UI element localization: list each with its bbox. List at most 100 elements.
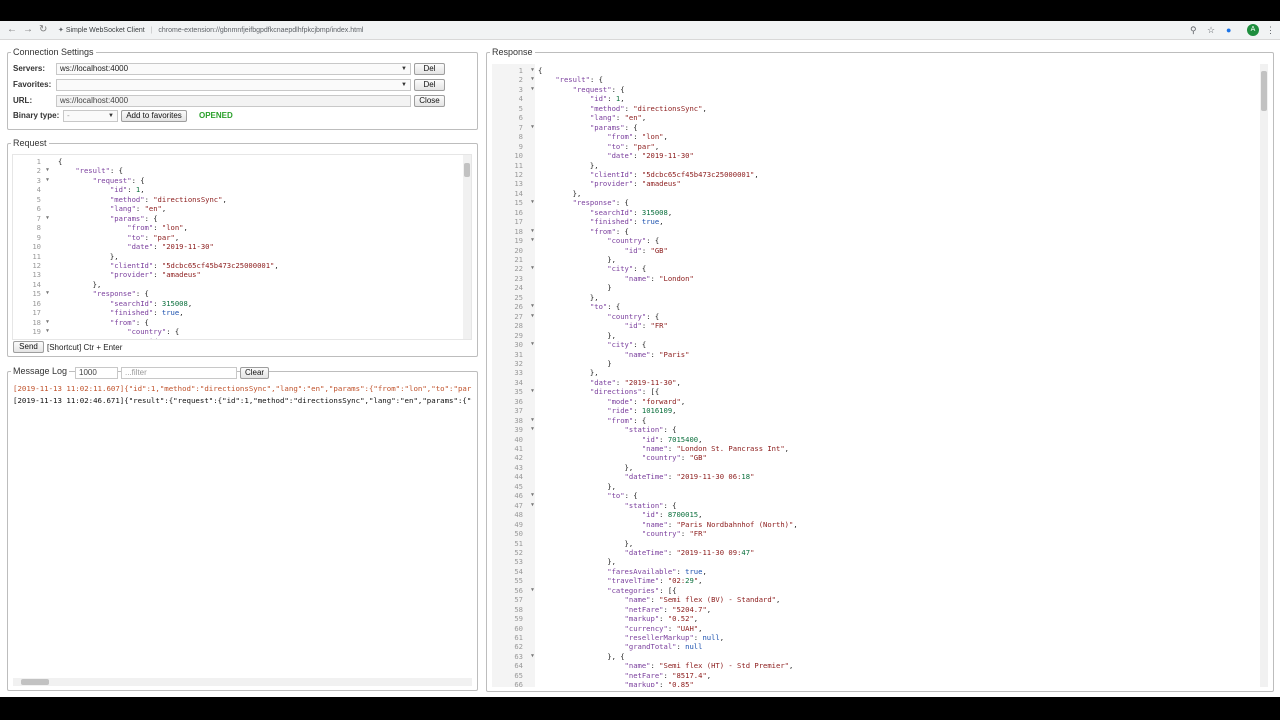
fold-toggle-icon[interactable]: ▼ bbox=[492, 264, 535, 273]
line-number: 5 bbox=[518, 103, 523, 113]
line-number: 6 bbox=[36, 204, 41, 214]
fold-toggle-icon[interactable]: ▼ bbox=[13, 166, 50, 175]
code-line: }, bbox=[538, 462, 634, 472]
send-button[interactable]: Send bbox=[13, 341, 44, 353]
fold-toggle-icon[interactable]: ▼ bbox=[492, 652, 535, 661]
code-line: }, bbox=[538, 557, 616, 567]
code-line: }, bbox=[538, 368, 599, 378]
forward-icon[interactable]: → bbox=[23, 24, 33, 36]
star-icon[interactable]: ☆ bbox=[1207, 24, 1215, 36]
fold-toggle-icon[interactable]: ▼ bbox=[13, 327, 50, 336]
back-icon[interactable]: ← bbox=[7, 24, 17, 36]
os-bottom-bar bbox=[0, 697, 1280, 720]
favorites-select[interactable]: ▼ bbox=[56, 79, 411, 91]
code-line: "travelTime": "02:29", bbox=[607, 576, 703, 586]
line-number: 64 bbox=[514, 661, 523, 671]
code-line: "date": "2019-11-30" bbox=[127, 242, 214, 252]
fold-toggle-icon[interactable]: ▼ bbox=[492, 302, 535, 311]
line-number: 13 bbox=[32, 270, 41, 280]
log-scroll-thumb[interactable] bbox=[21, 679, 49, 685]
url-label: URL: bbox=[13, 96, 33, 105]
response-scrollbar[interactable] bbox=[1260, 64, 1268, 687]
url-text: chrome-extension://gbnmnfjeifbgpdfkcnaep… bbox=[158, 27, 364, 34]
fold-toggle-icon[interactable]: ▼ bbox=[13, 289, 50, 298]
code-line: }, bbox=[538, 255, 616, 264]
fold-toggle-icon[interactable]: ▼ bbox=[492, 491, 535, 500]
request-editor[interactable]: 12▼3▼4567▼89101112131415▼161718▼19▼20 { … bbox=[12, 154, 472, 340]
binary-type-select[interactable]: - ▼ bbox=[63, 110, 118, 122]
extension-icon[interactable]: ● bbox=[1226, 24, 1231, 36]
code-line: "finished": true, bbox=[109, 308, 184, 318]
code-line: }, bbox=[58, 279, 102, 289]
fold-toggle-icon[interactable]: ▼ bbox=[492, 123, 535, 132]
request-code[interactable]: { "result": { "request": { "id": 1, "met… bbox=[58, 155, 461, 339]
code-line: "city": { bbox=[607, 340, 647, 350]
code-line: "date": "2019-11-30", bbox=[589, 377, 681, 387]
code-line: "directions": [{ bbox=[589, 387, 660, 397]
response-scroll-thumb[interactable] bbox=[1261, 71, 1267, 111]
line-number: 37 bbox=[514, 406, 523, 416]
fold-toggle-icon[interactable]: ▼ bbox=[492, 586, 535, 595]
servers-select[interactable]: ws://localhost:4000 ▼ bbox=[56, 63, 411, 75]
line-number: 28 bbox=[514, 321, 523, 331]
line-number: 57 bbox=[514, 595, 523, 605]
fold-toggle-icon[interactable]: ▼ bbox=[492, 501, 535, 510]
code-line: "dateTime": "2019-11-30 06:18" bbox=[624, 472, 755, 482]
response-legend: Response bbox=[492, 47, 533, 57]
response-editor[interactable]: 1 ▼ 2 ▼ 3 ▼ 4 5 6 7 ▼ 8 9 10 11 12 13 14 15 ▼ 16 17 18 ▼ 19 ▼ 20 21… bbox=[492, 64, 1270, 687]
line-number: 8 bbox=[36, 223, 41, 233]
fold-toggle-icon[interactable]: ▼ bbox=[13, 318, 50, 327]
line-number: 10 bbox=[32, 242, 41, 252]
log-filter-input[interactable]: ...filter bbox=[121, 367, 237, 379]
code-line: "to": { bbox=[607, 491, 638, 501]
address-bar[interactable]: ✦ Simple WebSocket Client | chrome-exten… bbox=[58, 25, 363, 36]
log-entry[interactable]: [2019-11-13 11:02:11.607]{"id":1,"method… bbox=[13, 383, 472, 395]
code-line: "country": "FR" bbox=[641, 529, 707, 539]
favorites-del-button[interactable]: Del bbox=[414, 79, 445, 91]
line-number: 9 bbox=[518, 141, 523, 151]
zoom-icon[interactable]: ⚲ bbox=[1190, 24, 1197, 36]
avatar[interactable]: A bbox=[1247, 24, 1259, 36]
line-number: 4 bbox=[518, 94, 523, 104]
fold-toggle-icon[interactable]: ▼ bbox=[13, 214, 50, 223]
connection-status: OPENED bbox=[199, 111, 233, 120]
fold-toggle-icon[interactable]: ▼ bbox=[492, 227, 535, 236]
close-button[interactable]: Close bbox=[414, 95, 445, 107]
fold-toggle-icon[interactable]: ▼ bbox=[492, 416, 535, 425]
request-scrollbar[interactable] bbox=[463, 155, 471, 339]
os-top-bar bbox=[0, 0, 1280, 21]
code-line: "country": { bbox=[607, 311, 660, 321]
log-max-input[interactable]: 1000 bbox=[75, 367, 118, 379]
code-line: "id": "GB" bbox=[58, 337, 461, 339]
line-number: 13 bbox=[514, 179, 523, 189]
fold-toggle-icon[interactable]: ▼ bbox=[492, 66, 535, 75]
code-line: }, bbox=[538, 538, 634, 548]
add-to-favorites-button[interactable]: Add to favorites bbox=[121, 110, 187, 122]
fold-toggle-icon[interactable]: ▼ bbox=[492, 425, 535, 434]
log-horizontal-scrollbar[interactable] bbox=[13, 678, 472, 686]
fold-toggle-icon[interactable]: ▼ bbox=[492, 312, 535, 321]
fold-toggle-icon[interactable]: ▼ bbox=[492, 340, 535, 349]
fold-toggle-icon[interactable]: ▼ bbox=[492, 387, 535, 396]
fold-toggle-icon[interactable]: ▼ bbox=[13, 176, 50, 185]
fold-toggle-icon[interactable]: ▼ bbox=[492, 75, 535, 84]
request-scroll-thumb[interactable] bbox=[464, 163, 470, 177]
code-line: "city": { bbox=[607, 264, 647, 274]
servers-del-button[interactable]: Del bbox=[414, 63, 445, 75]
code-line: { bbox=[58, 157, 63, 166]
url-input[interactable]: ws://localhost:4000 bbox=[56, 95, 411, 107]
log-entry[interactable]: [2019-11-13 11:02:46.671]{"result":{"req… bbox=[13, 395, 472, 407]
code-line: "resellerMarkup": null, bbox=[624, 633, 725, 642]
fold-toggle-icon[interactable]: ▼ bbox=[492, 85, 535, 94]
clear-button[interactable]: Clear bbox=[240, 367, 269, 379]
code-line: "country": { bbox=[127, 327, 180, 337]
line-number: 41 bbox=[514, 444, 523, 453]
code-line: }, bbox=[538, 188, 582, 198]
menu-icon[interactable]: ⋮ bbox=[1266, 24, 1275, 36]
fold-toggle-icon[interactable]: ▼ bbox=[492, 198, 535, 207]
response-code[interactable]: { "result": { "request": { "id": 1, "met… bbox=[538, 64, 1258, 687]
fold-toggle-icon[interactable]: ▼ bbox=[492, 236, 535, 245]
line-number: 1 bbox=[36, 157, 41, 166]
chevron-down-icon: ▼ bbox=[401, 82, 407, 88]
reload-icon[interactable]: ↻ bbox=[39, 24, 47, 36]
